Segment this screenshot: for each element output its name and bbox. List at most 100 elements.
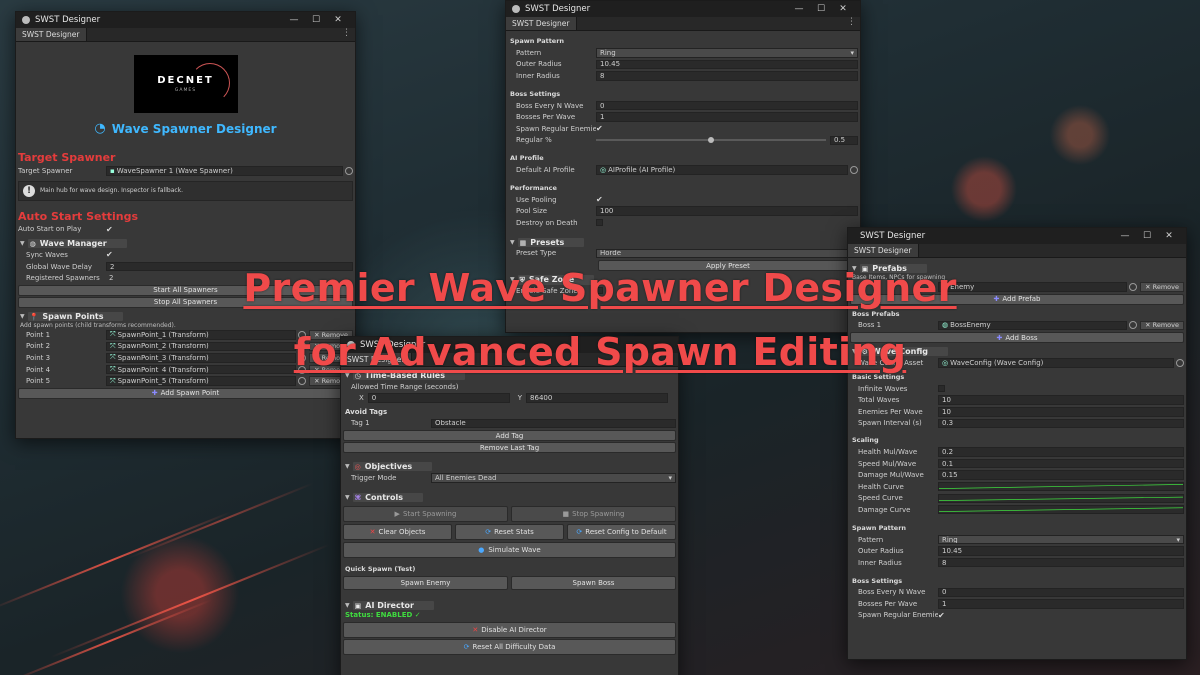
infinite-waves-checkbox[interactable]: [938, 385, 945, 393]
minimize-button[interactable]: —: [788, 4, 810, 14]
inner-radius-input[interactable]: 8: [938, 557, 1184, 568]
destroy-checkbox[interactable]: [596, 219, 603, 227]
spawn-regular-checkbox[interactable]: ✔: [938, 611, 945, 620]
minimize-button[interactable]: —: [1114, 231, 1136, 241]
window-titlebar[interactable]: SWST Designer — ☐ ✕: [848, 228, 1186, 244]
logo-swoosh: [189, 63, 230, 103]
sync-waves-checkbox[interactable]: ✔: [106, 250, 113, 259]
window-titlebar[interactable]: SWST Designer — ☐ ✕: [16, 12, 355, 28]
window-titlebar[interactable]: SWST Designer — ☐ ✕: [506, 1, 860, 17]
regular-pct-input[interactable]: 0.5: [830, 135, 858, 146]
pattern-dropdown[interactable]: Ring: [938, 534, 1184, 545]
auto-start-checkbox[interactable]: ✔: [106, 225, 113, 234]
tab-swst-designer[interactable]: SWST Designer: [506, 17, 577, 30]
slider-handle[interactable]: [708, 137, 714, 144]
y-input[interactable]: 86400: [526, 393, 669, 403]
tab-swst-designer[interactable]: SWST Designer: [848, 244, 919, 257]
ai-status: Status: ENABLED ✓: [345, 610, 421, 619]
preset-type-dropdown[interactable]: Horde: [596, 248, 858, 259]
tab-swst-designer[interactable]: SWST Designer: [16, 28, 87, 41]
objectives-foldout[interactable]: ▼ ◎ Objectives: [343, 461, 676, 472]
close-button[interactable]: ✕: [1158, 231, 1180, 241]
window-title: SWST Designer: [860, 231, 926, 241]
spawn-boss-button[interactable]: Spawn Boss: [511, 575, 676, 590]
enemies-per-wave-input[interactable]: 10: [938, 407, 1184, 417]
total-waves-label: Total Waves: [858, 396, 900, 405]
maximize-button[interactable]: ☐: [305, 15, 327, 25]
avoid-tags-header: Avoid Tags: [345, 407, 388, 416]
bosses-per-wave-input[interactable]: 1: [596, 112, 858, 122]
outer-radius-input[interactable]: 10.45: [938, 546, 1184, 556]
add-tag-button[interactable]: Add Tag: [343, 430, 676, 442]
inner-radius-label: Inner Radius: [516, 71, 560, 80]
remove-last-tag-button[interactable]: Remove Last Tag: [343, 442, 676, 454]
boss-every-input[interactable]: 0: [938, 587, 1184, 598]
close-button[interactable]: ✕: [832, 4, 854, 14]
pool-size-input[interactable]: 100: [596, 206, 858, 216]
transform-icon: ⤧: [110, 376, 116, 385]
presets-foldout[interactable]: ▼ ▦ Presets: [508, 237, 858, 248]
close-icon: ✕: [1145, 321, 1151, 330]
start-spawning-button[interactable]: ▶ Start Spawning: [343, 505, 508, 522]
clear-objects-button[interactable]: ✕ Clear Objects: [343, 523, 452, 540]
simulate-wave-button[interactable]: ● Simulate Wave: [343, 541, 676, 558]
total-waves-input[interactable]: 10: [938, 395, 1184, 405]
pattern-dropdown[interactable]: Ring: [596, 48, 858, 58]
disable-ai-button[interactable]: ✕ Disable AI Director: [343, 621, 676, 638]
wave-manager-foldout[interactable]: ▼ ◍ Wave Manager: [18, 238, 353, 249]
damage-curve-editor[interactable]: [938, 505, 1184, 515]
maximize-button[interactable]: ☐: [1136, 231, 1158, 241]
reset-stats-button[interactable]: ⟳ Reset Stats: [455, 523, 564, 540]
reset-difficulty-button[interactable]: ⟳ Reset All Difficulty Data: [343, 638, 676, 655]
remove-button[interactable]: ✕ Remove: [1140, 320, 1184, 331]
health-mul-input[interactable]: 0.2: [938, 447, 1184, 457]
speed-curve-editor[interactable]: [938, 493, 1184, 503]
spawn-interval-input[interactable]: 0.3: [938, 418, 1184, 429]
regular-pct-slider[interactable]: [596, 137, 826, 144]
info-box: ! Main hub for wave design. Inspector is…: [18, 180, 353, 201]
more-options-icon[interactable]: ⋮: [847, 17, 856, 27]
bosses-per-wave-input[interactable]: 1: [938, 599, 1184, 609]
boss-every-input[interactable]: 0: [596, 100, 858, 111]
object-picker-icon[interactable]: [850, 165, 858, 174]
chevron-down-icon: ▼: [20, 240, 25, 248]
trigger-mode-dropdown[interactable]: All Enemies Dead: [431, 473, 676, 483]
refresh-icon: ⟳: [576, 527, 583, 536]
controls-foldout[interactable]: ▼ ⌘ Controls: [343, 492, 676, 503]
spawn-point-value[interactable]: ⤧ SpawnPoint_5 (Transform): [106, 376, 297, 386]
tag1-input[interactable]: Obstacle: [431, 418, 676, 429]
robot-icon: ▣: [354, 601, 362, 610]
outer-radius-input[interactable]: 10.45: [596, 59, 858, 70]
tag1-field: Tag 1 Obstacle: [343, 418, 676, 430]
boss1-value[interactable]: ◍ BossEnemy: [938, 320, 1128, 331]
spawn-regular-checkbox[interactable]: ✔: [596, 124, 603, 133]
inner-radius-field: Inner Radius 8: [508, 70, 858, 82]
object-picker-icon[interactable]: [1129, 321, 1138, 330]
spawn-points-foldout[interactable]: ▼ 📍 Spawn Points: [18, 311, 353, 322]
health-curve-field: Health Curve: [850, 481, 1184, 493]
damage-mul-input[interactable]: 0.15: [938, 470, 1184, 480]
trigger-mode-label: Trigger Mode: [351, 473, 397, 482]
reset-config-button[interactable]: ⟳ Reset Config to Default: [567, 523, 676, 540]
object-icon: ◎: [600, 165, 607, 174]
maximize-button[interactable]: ☐: [810, 4, 832, 14]
close-button[interactable]: ✕: [327, 15, 349, 25]
use-pooling-checkbox[interactable]: ✔: [596, 195, 603, 204]
target-spawner-value[interactable]: ▪ WaveSpawner 1 (Wave Spawner): [106, 166, 343, 176]
spawn-enemy-button[interactable]: Spawn Enemy: [343, 575, 508, 590]
x-input[interactable]: 0: [367, 393, 510, 403]
more-options-icon[interactable]: ⋮: [342, 28, 351, 38]
object-picker-icon[interactable]: [345, 166, 353, 175]
ai-director-foldout[interactable]: ▼ ▣ AI Director: [343, 600, 676, 611]
window-title: SWST Designer: [525, 4, 591, 14]
inner-radius-input[interactable]: 8: [596, 71, 858, 81]
add-spawn-point-button[interactable]: ✚ Add Spawn Point: [18, 387, 353, 399]
object-picker-icon[interactable]: [298, 377, 307, 386]
use-pooling-field: Use Pooling ✔: [508, 194, 858, 206]
health-curve-editor[interactable]: [938, 482, 1184, 492]
minimize-button[interactable]: —: [283, 15, 305, 25]
default-ai-value[interactable]: ◎ AIProfile (AI Profile): [596, 165, 848, 175]
bg-light-streak: [50, 543, 330, 659]
speed-mul-input[interactable]: 0.1: [938, 458, 1184, 469]
stop-spawning-button[interactable]: ■ Stop Spawning: [511, 505, 676, 522]
